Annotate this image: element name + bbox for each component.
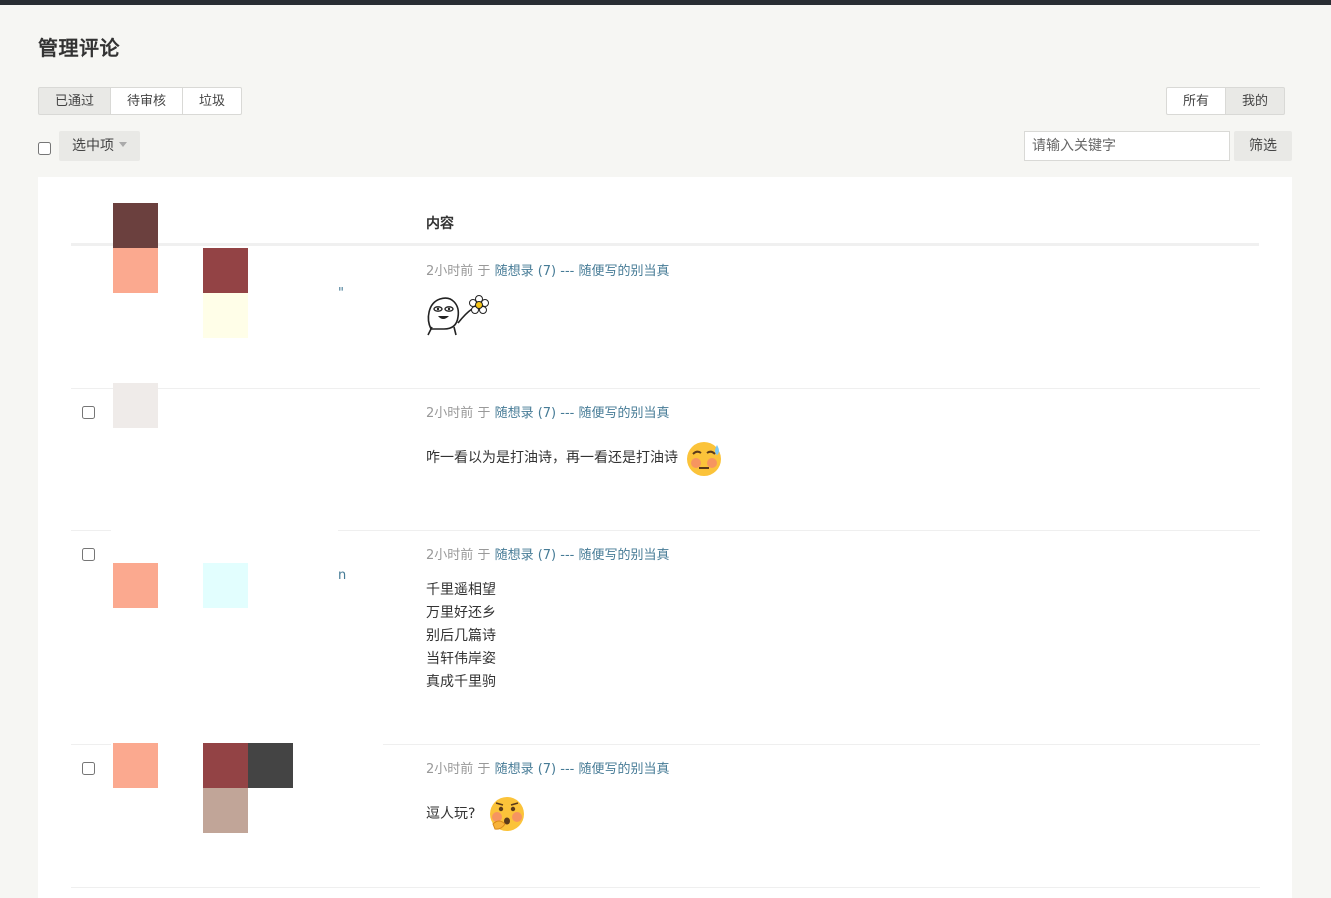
comment-line: 真成千里驹 — [426, 674, 496, 690]
comment-time: 2小时前 — [426, 548, 474, 563]
tab-approved[interactable]: 已通过 — [38, 87, 112, 115]
batch-action-label: 选中项 — [72, 138, 114, 154]
filter-button[interactable]: 筛选 — [1234, 131, 1292, 161]
hand-over-mouth-icon — [490, 797, 525, 831]
comment-line: 万里好还乡 — [426, 605, 496, 621]
author-fragment: " — [338, 286, 344, 301]
comment-sep: 于 — [477, 406, 491, 421]
comment-time: 2小时前 — [426, 406, 474, 421]
avatar-mosaic-block — [113, 203, 158, 248]
search-input[interactable] — [1024, 131, 1230, 161]
row-divider — [71, 744, 111, 745]
select-all-checkbox[interactable] — [38, 142, 51, 155]
post-link[interactable]: 随想录 (7) --- 随便写的别当真 — [495, 406, 670, 421]
comment-time: 2小时前 — [426, 762, 474, 777]
author-fragment: n — [338, 568, 347, 583]
comment-content: 千里遥相望 万里好还乡 别后几篇诗 当轩伟岸姿 真成千里驹 — [426, 579, 496, 694]
comment-line: 别后几篇诗 — [426, 628, 496, 644]
row-divider — [71, 887, 1260, 888]
comment-sep: 于 — [477, 762, 491, 777]
avatar-mosaic-block — [113, 563, 158, 608]
caret-down-icon — [119, 141, 127, 147]
comment-line: 千里遥相望 — [426, 582, 496, 598]
comment-content: 咋一看以为是打油诗，再一看还是打油诗 — [426, 439, 724, 477]
avatar-mosaic-block — [113, 743, 158, 788]
comment-time: 2小时前 — [426, 264, 474, 279]
comment-text: 咋一看以为是打油诗，再一看还是打油诗 — [426, 450, 678, 466]
avatar-mosaic-block — [113, 248, 158, 293]
post-link[interactable]: 随想录 (7) --- 随便写的别当真 — [495, 264, 670, 279]
comments-table: 内容 " 2小时前 于 随想录 (7) --- 随便写的别当真 2小时前 于 随… — [38, 177, 1292, 898]
avatar-mosaic-block — [203, 248, 248, 293]
row-checkbox[interactable] — [82, 762, 95, 775]
comment-line: 当轩伟岸姿 — [426, 651, 496, 667]
page-title: 管理评论 — [38, 36, 120, 60]
post-link[interactable]: 随想录 (7) --- 随便写的别当真 — [495, 762, 670, 777]
top-bar — [0, 0, 1331, 5]
smiling-face-holding-flower-icon — [427, 295, 489, 336]
comment-meta: 2小时前 于 随想录 (7) --- 随便写的别当真 — [426, 260, 669, 279]
avatar-mosaic-block — [113, 383, 158, 428]
tab-pending[interactable]: 待审核 — [110, 87, 184, 115]
avatar-mosaic-block — [203, 293, 248, 338]
comment-content: 逗人玩? — [426, 794, 527, 834]
comment-sep: 于 — [477, 548, 491, 563]
content-column-header: 内容 — [426, 216, 454, 232]
row-checkbox[interactable] — [82, 548, 95, 561]
avatar-mosaic-block — [203, 743, 248, 788]
batch-action-dropdown[interactable]: 选中项 — [59, 131, 140, 161]
row-divider — [338, 530, 1260, 531]
tab-spam[interactable]: 垃圾 — [182, 87, 243, 115]
tab-all[interactable]: 所有 — [1166, 87, 1227, 115]
row-divider — [71, 530, 111, 531]
comment-meta: 2小时前 于 随想录 (7) --- 随便写的别当真 — [426, 544, 669, 563]
scope-tabs: 所有 我的 — [1166, 87, 1286, 115]
avatar-mosaic-block — [203, 788, 248, 833]
row-divider — [71, 388, 1260, 389]
avatar-mosaic-block — [203, 563, 248, 608]
post-link[interactable]: 随想录 (7) --- 随便写的别当真 — [495, 548, 670, 563]
row-checkbox[interactable] — [82, 406, 95, 419]
comment-meta: 2小时前 于 随想录 (7) --- 随便写的别当真 — [426, 402, 669, 421]
header-divider — [71, 243, 1259, 246]
sweating-face-icon — [687, 442, 721, 476]
comment-text: 逗人玩? — [426, 806, 476, 822]
comment-sep: 于 — [477, 264, 491, 279]
comment-meta: 2小时前 于 随想录 (7) --- 随便写的别当真 — [426, 758, 669, 777]
comment-content — [426, 293, 492, 345]
tab-mine[interactable]: 我的 — [1225, 87, 1286, 115]
status-tabs: 已通过 待审核 垃圾 — [38, 87, 243, 115]
avatar-mosaic-block — [248, 743, 293, 788]
row-divider — [383, 744, 1260, 745]
